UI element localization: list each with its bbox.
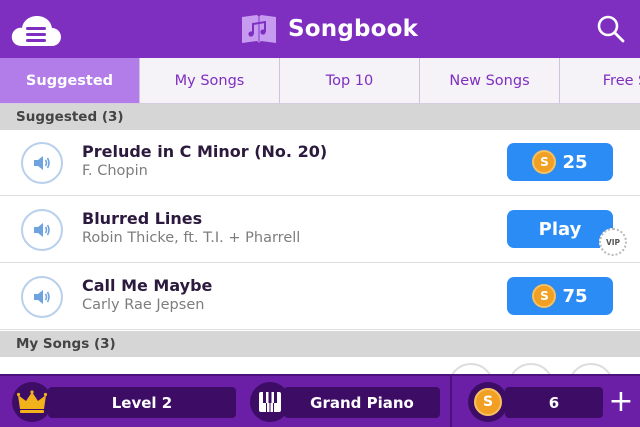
crown-badge <box>12 382 52 422</box>
coin-badge: S <box>468 382 508 422</box>
tab-my-songs[interactable]: My Songs <box>140 58 280 103</box>
song-price: 25 <box>562 151 588 173</box>
buy-song-button[interactable]: S 75 <box>507 277 613 315</box>
app-brand: Songbook <box>240 12 418 46</box>
instrument-selector[interactable]: Grand Piano <box>284 387 440 418</box>
song-row[interactable]: Prelude in C Minor (No. 20) F. Chopin S … <box>0 130 640 196</box>
search-icon <box>597 15 625 43</box>
piano-keys-icon <box>259 392 281 412</box>
tab-free-songs[interactable]: Free So <box>560 58 640 103</box>
bottom-bar-divider <box>450 376 452 427</box>
preview-button[interactable] <box>21 209 63 251</box>
coin-icon: S <box>532 284 557 308</box>
app-title: Songbook <box>288 16 419 42</box>
song-title: Prelude in C Minor (No. 20) <box>82 142 328 161</box>
play-label: Play <box>538 218 582 240</box>
preview-button[interactable] <box>21 276 63 318</box>
app-header: Songbook <box>0 0 640 58</box>
vip-badge: VIP <box>599 228 627 256</box>
section-header-suggested: Suggested (3) <box>0 104 640 130</box>
cloud-menu-icon <box>11 16 62 46</box>
coin-balance: 6 <box>505 387 603 418</box>
song-row[interactable]: Call Me Maybe Carly Rae Jepsen S 75 <box>0 264 640 330</box>
song-artist: F. Chopin <box>82 163 148 179</box>
coin-icon: S <box>532 150 557 174</box>
tab-top-10[interactable]: Top 10 <box>280 58 420 103</box>
song-artist: Carly Rae Jepsen <box>82 297 205 313</box>
coin-icon: S <box>474 388 502 416</box>
search-button[interactable] <box>596 14 626 44</box>
coin-count: 6 <box>548 393 560 412</box>
song-title: Call Me Maybe <box>82 276 213 295</box>
speaker-icon <box>34 223 50 237</box>
level-label: Level 2 <box>111 393 173 412</box>
song-row[interactable]: Blurred Lines Robin Thicke, ft. T.I. + P… <box>0 197 640 263</box>
music-book-icon <box>242 15 276 43</box>
crown-icon <box>17 390 47 413</box>
level-display[interactable]: Level 2 <box>48 387 236 418</box>
instrument-label: Grand Piano <box>310 393 414 412</box>
tab-new-songs[interactable]: New Songs <box>420 58 560 103</box>
section-header-my-songs: My Songs (3) <box>0 331 640 357</box>
tab-suggested[interactable]: Suggested <box>0 58 140 103</box>
piano-badge <box>250 382 290 422</box>
tab-bar: Suggested My Songs Top 10 New Songs Free… <box>0 58 640 104</box>
buy-song-button[interactable]: S 25 <box>507 143 613 181</box>
song-artist: Robin Thicke, ft. T.I. + Pharrell <box>82 230 301 246</box>
song-title: Blurred Lines <box>82 209 203 228</box>
song-price: 75 <box>562 285 588 307</box>
bottom-bar: Level 2 Grand Piano 6 S + <box>0 374 640 427</box>
add-coins-button[interactable]: + <box>606 387 636 417</box>
cloud-menu-button[interactable] <box>10 12 62 48</box>
speaker-icon <box>34 290 50 304</box>
speaker-icon <box>34 156 50 170</box>
play-song-button[interactable]: Play <box>507 210 613 248</box>
preview-button[interactable] <box>21 142 63 184</box>
